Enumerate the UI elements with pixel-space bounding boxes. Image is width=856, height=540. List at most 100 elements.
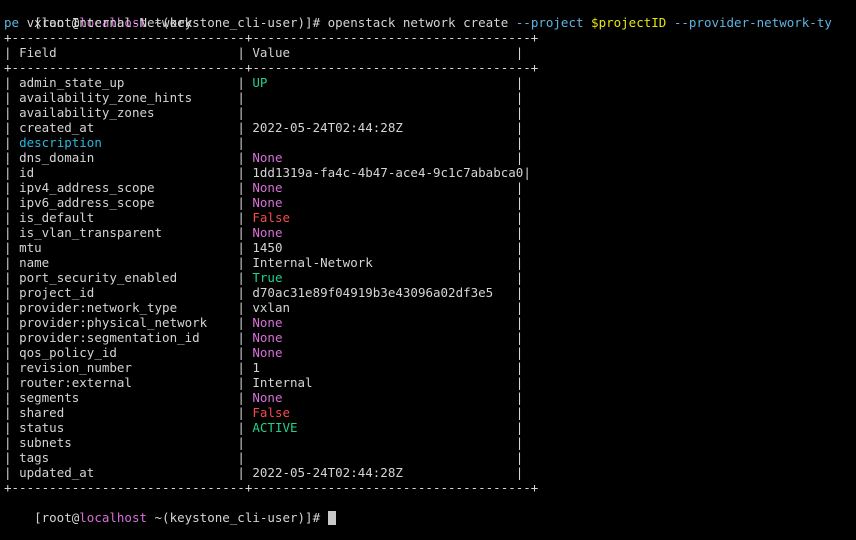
table-row: | created_at | 2022-05-24T02:44:28Z | — [4, 120, 523, 135]
table-separator: | — [515, 150, 524, 165]
value-cell: None — [252, 390, 516, 405]
table-separator: | — [515, 360, 524, 375]
table-separator: | — [237, 390, 253, 405]
table-separator: | — [515, 345, 524, 360]
table-separator: | — [237, 240, 253, 255]
terminal-window[interactable]: [root@localhost ~(keystone_cli-user)]# o… — [4, 0, 856, 525]
field-cell: description — [19, 135, 238, 150]
table-separator: | — [515, 420, 524, 435]
table-separator: | — [515, 105, 524, 120]
value-cell: 2022-05-24T02:44:28Z — [252, 465, 516, 480]
table-separator: | — [237, 195, 253, 210]
value-cell: ACTIVE — [252, 420, 516, 435]
command-segment: $projectID — [591, 15, 674, 30]
table-separator: | — [4, 195, 20, 210]
table-separator: | — [4, 135, 20, 150]
table-separator: | — [515, 210, 524, 225]
field-cell: revision_number — [19, 360, 238, 375]
table-separator: | — [4, 45, 20, 60]
field-cell: availability_zone_hints — [19, 90, 238, 105]
table-border: +-------------------------------+-------… — [4, 30, 539, 45]
value-cell — [252, 90, 515, 105]
table-border: +-------------------------------+-------… — [4, 480, 539, 495]
table-separator: | — [4, 225, 20, 240]
table-row: | project_id | d70ac31e89f04919b3e43096a… — [4, 285, 523, 300]
table-separator: | — [4, 300, 20, 315]
field-cell: provider:physical_network — [19, 315, 238, 330]
table-separator: | — [4, 210, 20, 225]
table-row: | status | ACTIVE | — [4, 420, 523, 435]
table-separator: | — [515, 180, 524, 195]
value-cell: None — [252, 180, 516, 195]
table-separator: | — [237, 150, 253, 165]
table-row: | updated_at | 2022-05-24T02:44:28Z | — [4, 465, 523, 480]
column-header-field: Field — [19, 45, 238, 60]
table-separator: | — [237, 285, 253, 300]
table-separator: | — [237, 135, 253, 150]
table-separator: | — [237, 225, 253, 240]
command-text: openstack network create --project $proj… — [328, 15, 832, 30]
field-cell: is_vlan_transparent — [19, 225, 238, 240]
table-separator: | — [237, 420, 253, 435]
command-segment: --provider-network-ty — [673, 15, 832, 30]
value-cell: True — [252, 270, 516, 285]
table-separator: | — [4, 120, 20, 135]
table-border-line: +-------------------------------+-------… — [4, 480, 538, 495]
value-cell: 2022-05-24T02:44:28Z — [252, 120, 516, 135]
table-row: | provider:physical_network | None | — [4, 315, 523, 330]
table-separator: | — [515, 90, 524, 105]
table-separator: | — [515, 300, 524, 315]
field-cell: ipv4_address_scope — [19, 180, 238, 195]
table-separator: | — [515, 135, 524, 150]
table-separator: | — [237, 435, 253, 450]
table-separator: | — [4, 465, 20, 480]
table-separator: | — [237, 45, 253, 60]
field-cell: provider:segmentation_id — [19, 330, 238, 345]
command-segment: vxlan Internal-Network — [19, 15, 193, 30]
field-cell: tags — [19, 450, 238, 465]
table-separator: | — [515, 315, 524, 330]
value-cell — [252, 435, 515, 450]
table-row: | shared | False | — [4, 405, 523, 420]
table-separator: | — [237, 360, 253, 375]
table-separator: | — [4, 345, 20, 360]
table-separator: | — [4, 450, 20, 465]
table-separator: | — [237, 315, 253, 330]
table-row: | provider:network_type | vxlan | — [4, 300, 523, 315]
table-separator: | — [515, 120, 524, 135]
final-prompt-line[interactable]: [root@localhost ~(keystone_cli-user)]# — [4, 495, 336, 525]
field-cell: id — [19, 165, 238, 180]
field-cell: mtu — [19, 240, 238, 255]
table-separator: | — [515, 195, 524, 210]
field-cell: dns_domain — [19, 150, 238, 165]
table-separator: | — [4, 270, 20, 285]
prompt-rest: ~(keystone_cli-user)]# — [147, 510, 328, 525]
table-separator: | — [237, 75, 253, 90]
table-separator: | — [237, 105, 253, 120]
table-separator: | — [237, 90, 253, 105]
field-cell: status — [19, 420, 238, 435]
value-cell: 1dd1319a-fa4c-4b47-ace4-9c1c7ababca0 — [252, 165, 524, 180]
field-cell: router:external — [19, 375, 238, 390]
table-separator: | — [515, 405, 524, 420]
table-separator: | — [515, 270, 524, 285]
table-separator: | — [4, 285, 20, 300]
field-cell: ipv6_address_scope — [19, 195, 238, 210]
table-row: | port_security_enabled | True | — [4, 270, 523, 285]
table-separator: | — [515, 390, 524, 405]
table-separator: | — [4, 405, 20, 420]
table-separator: | — [237, 405, 253, 420]
value-cell — [252, 450, 515, 465]
table-separator: | — [237, 165, 253, 180]
table-border-line: +-------------------------------+-------… — [4, 30, 538, 45]
table-row: | router:external | Internal | — [4, 375, 523, 390]
prompt-host: localhost — [79, 510, 147, 525]
table-separator: | — [4, 240, 20, 255]
command-segment: openstack network create — [327, 15, 516, 30]
table-separator: | — [237, 300, 253, 315]
table-row: | is_default | False | — [4, 210, 523, 225]
value-cell: None — [252, 315, 516, 330]
table-separator: | — [237, 180, 253, 195]
table-separator: | — [4, 150, 20, 165]
field-cell: created_at — [19, 120, 238, 135]
